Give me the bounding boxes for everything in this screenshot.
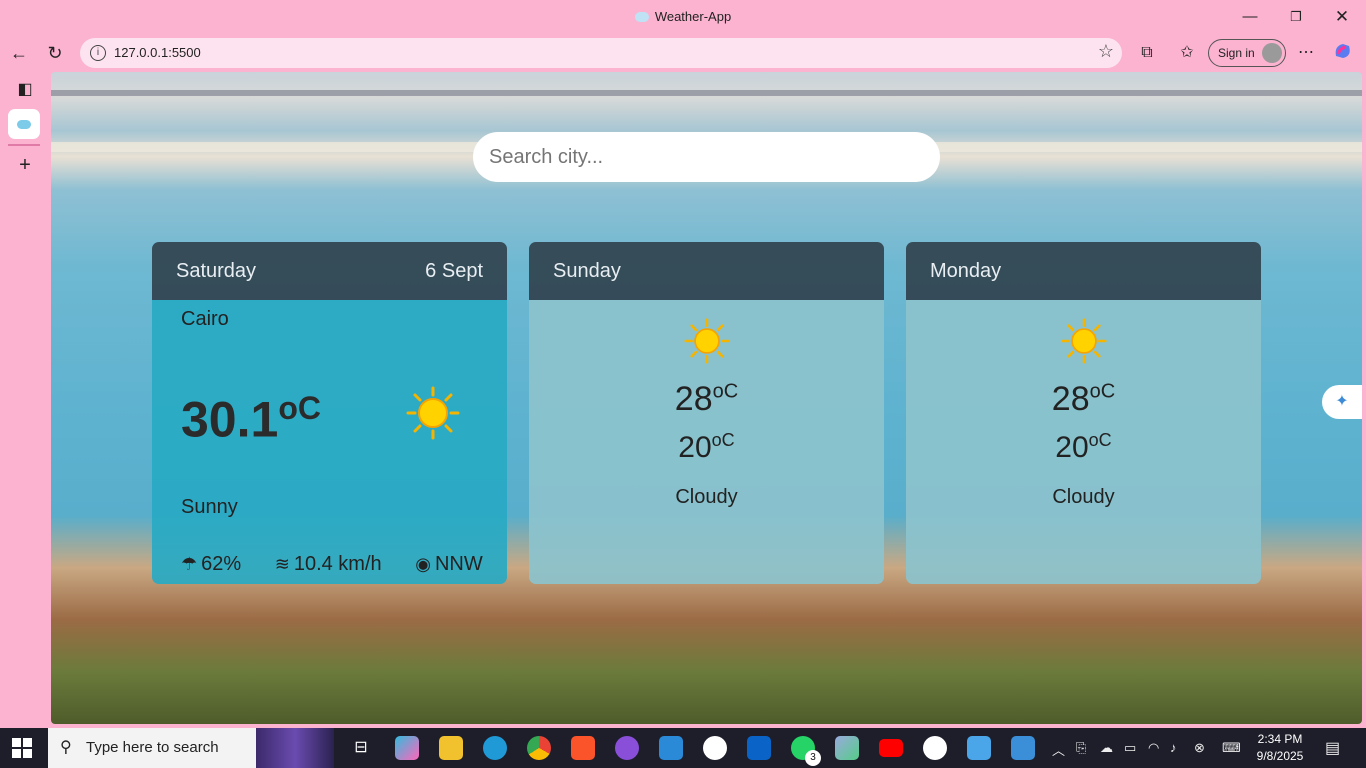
card-header: Saturday 6 Sept: [152, 242, 507, 300]
tab-weather-app[interactable]: [8, 109, 40, 139]
condition-text: Sunny: [181, 496, 238, 518]
favorite-star-icon[interactable]: ☆: [1098, 41, 1114, 62]
sun-icon: [406, 386, 460, 440]
browser-toolbar: ← ↻ i 127.0.0.1:5500 ☆ ⧉ ✩ Sign in ⋯: [0, 34, 1366, 72]
page-viewport: Saturday 6 Sept Cairo 30.1oC Sunny ☂62% …: [51, 72, 1362, 724]
info-icon[interactable]: i: [90, 45, 106, 61]
search-city-input[interactable]: [473, 132, 940, 182]
wifi-icon[interactable]: ◠: [1148, 740, 1159, 756]
taskbar: ⚲ Type here to search ⊟ 3 ︿ ⎘ ☁ ▭ ◠ ♪ ⊗ …: [0, 728, 1366, 768]
avatar: [1262, 43, 1282, 63]
forecast-card: Monday 28oC 20oC Cloudy: [906, 242, 1261, 584]
notification-badge: 3: [805, 750, 821, 766]
refresh-button[interactable]: ↻: [42, 40, 68, 66]
task-view-icon[interactable]: ⊟: [349, 736, 373, 760]
camera-icon[interactable]: ⎘: [1076, 740, 1086, 756]
card-header: Monday: [906, 242, 1261, 300]
extensions-icon[interactable]: ⧉: [1134, 40, 1160, 66]
copilot-app-icon[interactable]: [395, 736, 419, 760]
github-icon[interactable]: [923, 736, 947, 760]
card-body: Cairo 30.1oC Sunny ☂ 62% ≋ 10.4 km/h ◉ NNW: [152, 300, 507, 584]
date-label: 6 Sept: [425, 260, 483, 282]
tab-actions-icon[interactable]: ◧: [10, 75, 40, 105]
card-header: Sunday: [529, 242, 884, 300]
day-label: Saturday: [176, 260, 257, 282]
wind-icon: ≋: [274, 554, 290, 574]
photos-icon[interactable]: [1011, 736, 1035, 760]
chrome-icon[interactable]: [527, 736, 551, 760]
vertical-tabs-sidebar: ◧ +: [0, 72, 50, 728]
umbrella-icon: ☂: [181, 554, 198, 574]
wind-direction-value: NNW: [434, 553, 483, 575]
mute-icon[interactable]: ⊗: [1194, 740, 1205, 756]
window-title: Weather-App: [0, 9, 1366, 24]
back-button[interactable]: ←: [6, 40, 32, 66]
city-name: Cairo: [181, 308, 229, 330]
close-button[interactable]: ✕: [1328, 6, 1356, 28]
compass-icon: ◉: [415, 554, 431, 574]
card-body: 28oC 20oC Cloudy: [906, 300, 1261, 584]
cloud-icon: [17, 120, 31, 129]
whatsapp-icon[interactable]: 3: [791, 736, 821, 766]
app-icon[interactable]: [967, 736, 991, 760]
notifications-icon[interactable]: ▤: [1325, 738, 1340, 758]
more-menu-icon[interactable]: ⋯: [1293, 40, 1319, 66]
system-clock[interactable]: 2:34 PM 9/8/2025: [1250, 731, 1310, 765]
edge-icon[interactable]: [483, 736, 507, 760]
volume-icon[interactable]: ♪: [1170, 740, 1177, 755]
humidity-value: 62%: [201, 553, 242, 575]
sparkle-assistant-icon[interactable]: ✦: [1322, 385, 1362, 419]
windows-start-icon[interactable]: [12, 738, 32, 758]
tab-divider: [8, 144, 40, 146]
vscode-icon[interactable]: [659, 736, 683, 760]
condition-text: Cloudy: [675, 486, 738, 508]
forecast-card: Sunday 28oC 20oC Cloudy: [529, 242, 884, 584]
max-temperature: 28oC: [1051, 380, 1116, 418]
current-temperature: 30.1oC: [181, 390, 321, 448]
cloud-icon: [634, 12, 649, 22]
title-bar: Weather-App — ❐ ✕: [0, 0, 1366, 34]
show-hidden-icons[interactable]: ︿: [1052, 740, 1065, 759]
cloud-sync-icon[interactable]: ☁: [1100, 740, 1113, 756]
udemy-icon[interactable]: [703, 736, 727, 760]
wind-speed-value: 10.4 km/h: [293, 553, 382, 575]
battery-icon[interactable]: ▭: [1124, 740, 1136, 756]
github-desktop-icon[interactable]: [615, 736, 639, 760]
file-explorer-icon[interactable]: [439, 736, 463, 760]
search-highlight-image: [256, 728, 334, 768]
card-body: 28oC 20oC Cloudy: [529, 300, 884, 584]
new-tab-icon[interactable]: +: [10, 150, 40, 180]
brave-icon[interactable]: [571, 736, 595, 760]
taskbar-search[interactable]: ⚲ Type here to search: [48, 728, 334, 768]
min-temperature: 20oC: [678, 430, 735, 464]
youtube-icon[interactable]: [879, 739, 903, 757]
day-label: Monday: [930, 260, 1002, 282]
today-card: Saturday 6 Sept Cairo 30.1oC Sunny ☂ 62% …: [152, 242, 507, 584]
copilot-icon[interactable]: [1330, 40, 1356, 66]
min-temperature: 20oC: [1055, 430, 1112, 464]
address-bar[interactable]: i 127.0.0.1:5500 ☆: [80, 38, 1122, 68]
outlook-icon[interactable]: [747, 736, 771, 760]
max-temperature: 28oC: [674, 380, 739, 418]
background-image: [51, 90, 1362, 96]
restore-button[interactable]: ❐: [1282, 6, 1310, 28]
day-label: Sunday: [553, 260, 621, 282]
sign-in-button[interactable]: Sign in: [1208, 39, 1286, 67]
sun-icon: [1061, 318, 1107, 364]
sun-icon: [684, 318, 730, 364]
minimize-button[interactable]: —: [1236, 6, 1264, 28]
url-text: 127.0.0.1:5500: [114, 45, 201, 60]
box-app-icon[interactable]: [835, 736, 859, 760]
weather-stats: ☂ 62% ≋ 10.4 km/h ◉ NNW: [181, 553, 507, 576]
input-method-icon[interactable]: ⌨: [1222, 740, 1241, 756]
condition-text: Cloudy: [1052, 486, 1115, 508]
search-icon: ⚲: [60, 739, 72, 756]
favorites-icon[interactable]: ✩: [1174, 40, 1200, 66]
